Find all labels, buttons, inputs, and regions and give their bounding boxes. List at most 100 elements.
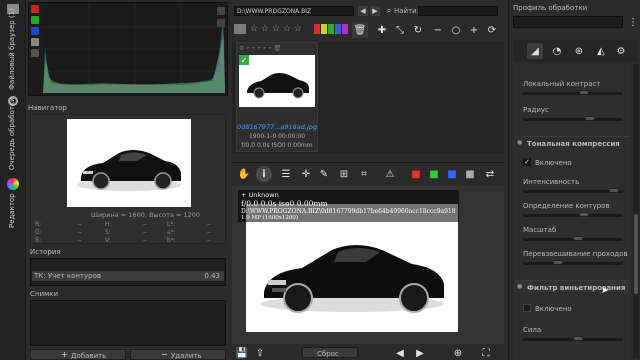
filter-stars-icon[interactable]: ☆ ☆ ☆ ☆ ☆ — [250, 24, 302, 34]
thumbnail-card[interactable]: ⚙ • • • • • 🗑 ✓ 0d8167977...a918ad.jpg 1… — [236, 42, 318, 152]
a-label: a*: — [167, 229, 176, 236]
filter-icons-row: ☆ ☆ ☆ ☆ ☆ 🗑 ✚ ⤡ ↻ − ○ + ⟳ — [234, 22, 504, 38]
exposure-tab-icon[interactable]: ◢ — [527, 43, 543, 59]
b-label: B: — [35, 237, 42, 244]
before-after-icon[interactable]: ☰ — [278, 166, 294, 182]
raw-tab-icon[interactable]: ⚙ — [613, 43, 629, 59]
luminance-button[interactable] — [31, 38, 39, 46]
raw-button[interactable] — [31, 49, 39, 57]
strength-label: Сила — [523, 326, 542, 334]
history-item[interactable]: ТК: Учет контуров 0.43 — [32, 271, 224, 281]
reweighting-slider[interactable] — [523, 260, 623, 265]
filter-tags-icon[interactable] — [314, 24, 350, 34]
thumbnail-image[interactable] — [239, 55, 315, 107]
warning-icon[interactable]: ⚠ — [382, 166, 398, 182]
minus-icon: − — [161, 350, 168, 359]
fullscreen-icon[interactable]: ⛶ — [478, 345, 494, 360]
reset-label: Сброс — [317, 350, 339, 358]
radius-slider[interactable] — [523, 116, 623, 121]
histogram-toggle-icon[interactable] — [217, 7, 225, 15]
gray-channel-icon[interactable]: ■ — [462, 166, 478, 182]
s-label: S: — [105, 229, 111, 236]
red-channel-button[interactable] — [31, 5, 39, 13]
crop-tool-icon[interactable]: ⌗ — [356, 166, 372, 182]
profile-select[interactable] — [513, 16, 623, 28]
history-header: История — [30, 248, 226, 258]
profile-menu-icon[interactable]: ⋮ — [625, 14, 640, 30]
vignette-enabled-label: Включено — [535, 305, 572, 313]
transform-tab-icon[interactable]: ◭ — [593, 43, 609, 59]
preview-image[interactable] — [246, 204, 458, 332]
intensity-slider[interactable] — [523, 188, 623, 193]
local-contrast-label: Локальный контраст — [523, 80, 601, 88]
tone-compression-header[interactable]: ● Тональная компрессия — [515, 136, 629, 148]
straighten-icon[interactable]: ⊞ — [336, 166, 352, 182]
strength-slider[interactable] — [523, 336, 623, 341]
tab-editor[interactable]: Редактор — [8, 193, 16, 228]
vignette-header[interactable]: ● Фильтр виньетирования — [515, 280, 629, 292]
thumbnail-info1: 1900-1-0 00:00:00 — [248, 133, 306, 140]
tool-panel: Локальный контраст Радиус ● Тональная ко… — [513, 64, 631, 360]
edge-detection-slider[interactable] — [523, 212, 623, 217]
v-value: -- — [143, 237, 148, 244]
tab-queue[interactable]: Очередь обработки — [8, 97, 16, 170]
right-scrollbar-thumb[interactable] — [634, 214, 638, 294]
save-icon[interactable]: 💾 — [234, 345, 250, 360]
car-preview — [260, 245, 444, 313]
histogram-side-controls — [217, 7, 225, 27]
color-tab-icon[interactable]: ⊛ — [571, 43, 587, 59]
thumbnail-info2: f/0.0 0.0s ISO0 0.00mm — [241, 142, 313, 149]
right-scrollbar[interactable] — [633, 64, 639, 358]
snapshots-panel — [30, 300, 226, 346]
nav-next-icon[interactable]: ▶ — [412, 345, 428, 360]
rotate-icon[interactable]: ↻ — [410, 22, 426, 38]
b-star-label: b*: — [167, 237, 176, 244]
trash-icon[interactable]: 🗑 — [352, 22, 368, 38]
green-channel-button[interactable] — [31, 16, 39, 24]
reset-button[interactable]: Сброс — [302, 347, 358, 358]
tone-enabled-checkbox[interactable]: ✓ — [523, 158, 531, 166]
hand-icon[interactable]: ✋ — [236, 166, 252, 182]
info-icon[interactable]: i — [256, 166, 272, 182]
colorpicker-icon[interactable]: ✎ — [316, 166, 332, 182]
remove-snapshot-button[interactable]: − Удалить — [130, 349, 226, 360]
zoom-icon[interactable]: ⊕ — [450, 345, 466, 360]
forward-icon[interactable]: ▶ — [370, 6, 380, 16]
blue-channel-icon[interactable]: ■ — [444, 166, 460, 182]
green-channel-icon[interactable]: ■ — [426, 166, 442, 182]
scale-slider[interactable] — [523, 236, 623, 241]
blue-channel-button[interactable] — [31, 27, 39, 35]
zoom-in-icon[interactable]: + — [466, 22, 482, 38]
red-channel-icon[interactable]: ■ — [408, 166, 424, 182]
b-star-value: -- — [207, 237, 212, 244]
vignette-enabled-checkbox[interactable] — [523, 304, 531, 312]
zoom-fit-icon[interactable]: ○ — [448, 22, 464, 38]
settings-icon[interactable]: ⇄ — [482, 166, 498, 182]
path-field[interactable]: D:\WWW.PROGZONA.BIZ — [234, 6, 354, 16]
tone-enabled-label: Включено — [535, 159, 572, 167]
transform-icon[interactable]: ⤡ — [392, 22, 408, 38]
h-label: H: — [105, 221, 112, 228]
snapshots-header: Снимки — [30, 290, 226, 300]
nav-prev-icon[interactable]: ◀ — [392, 345, 408, 360]
mouse-cursor-icon: ➤ — [601, 286, 609, 296]
crosshair-icon[interactable]: ✛ — [298, 166, 314, 182]
queue-add-icon[interactable]: ⇪ — [252, 345, 268, 360]
back-icon[interactable]: ◀ — [358, 6, 368, 16]
checkmark-icon[interactable]: ✓ — [239, 55, 249, 65]
crop-icon[interactable]: ✚ — [374, 22, 390, 38]
local-contrast-slider[interactable] — [523, 90, 623, 95]
editor-icon[interactable] — [7, 178, 19, 190]
r-label: R: — [35, 221, 42, 228]
car-thumbnail — [247, 73, 309, 99]
tab-file-browser[interactable]: Файловый браузер (1) — [8, 8, 16, 90]
refresh-icon[interactable]: ⟳ — [484, 22, 500, 38]
search-input[interactable] — [418, 6, 498, 16]
zoom-out-icon[interactable]: − — [430, 22, 446, 38]
filter-folder-icon[interactable] — [234, 24, 246, 34]
detail-tab-icon[interactable]: ◔ — [549, 43, 565, 59]
navigator-preview-image[interactable] — [67, 119, 191, 207]
add-snapshot-button[interactable]: + Добавить — [30, 349, 126, 360]
histogram-mode-icon[interactable] — [217, 19, 225, 27]
preview-area: + Unknown f/0.0 0.0s iso0 0.00mm D:\WWW.… — [232, 186, 504, 344]
